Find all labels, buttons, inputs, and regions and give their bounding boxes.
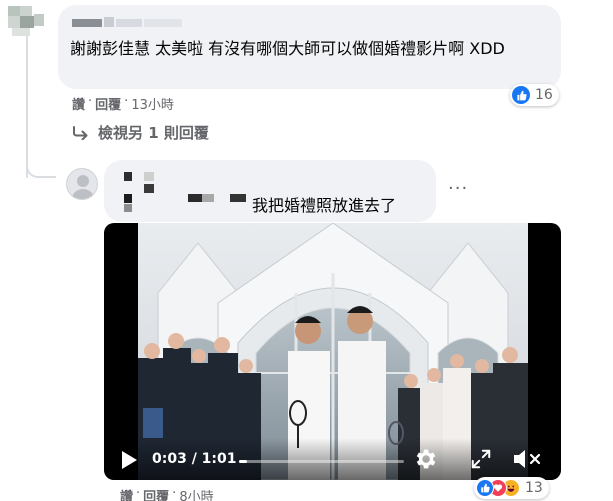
reply-actions: 讚 · 回覆 · 8小時 [120, 486, 214, 501]
play-icon[interactable] [122, 451, 137, 469]
reply-reactions[interactable]: 13 [474, 477, 549, 499]
comment-actions: 讚 · 回覆 · 13小時 [72, 94, 174, 113]
gear-icon[interactable] [412, 446, 438, 472]
comment-bubble: 謝謝彭佳慧 太美啦 有沒有哪個大師可以做個婚禮影片啊 XDD [58, 5, 561, 89]
video-controls: 0:03 / 1:01 [104, 438, 561, 480]
like-button[interactable]: 讚 [120, 486, 133, 501]
more-icon[interactable]: ··· [448, 178, 468, 199]
comment-text: 謝謝彭佳慧 太美啦 有沒有哪個大師可以做個婚禮影片啊 XDD [70, 39, 505, 58]
reply-arrow-icon [73, 125, 88, 140]
reply-text: 我把婚禮照放進去了 [252, 196, 397, 215]
separator: · [136, 486, 141, 501]
volume-muted-icon[interactable] [512, 447, 542, 471]
expand-icon[interactable] [470, 448, 492, 470]
separator: · [124, 94, 129, 109]
video-progress-fill [239, 460, 248, 463]
like-button[interactable]: 讚 [72, 94, 85, 113]
like-icon [512, 86, 530, 104]
video-time: 0:03 / 1:01 [152, 451, 237, 467]
comment-thread: 謝謝彭佳慧 太美啦 有沒有哪個大師可以做個婚禮影片啊 XDD 16 讚 · 回覆… [0, 0, 613, 501]
thread-connector [26, 150, 56, 178]
reaction-count: 13 [525, 480, 543, 496]
separator: · [172, 486, 177, 501]
commenter-avatar[interactable] [2, 2, 46, 38]
reply-avatar[interactable] [66, 168, 98, 200]
reply-button[interactable]: 回覆 [143, 486, 169, 501]
video-progress-bar[interactable] [239, 460, 404, 463]
reply-button[interactable]: 回覆 [95, 94, 121, 113]
comment-reactions[interactable]: 16 [510, 84, 559, 106]
view-more-replies-button[interactable]: 檢視另 1 則回覆 [72, 122, 209, 143]
view-more-label: 檢視另 1 則回覆 [98, 124, 209, 142]
like-icon [476, 479, 494, 497]
reply-bubble: 我把婚禮照放進去了 [104, 160, 436, 222]
video-player[interactable]: 0:03 / 1:01 [104, 223, 561, 480]
comment-timestamp[interactable]: 13小時 [131, 94, 174, 113]
reaction-count: 16 [535, 87, 553, 103]
separator: · [88, 94, 93, 109]
reply-timestamp[interactable]: 8小時 [179, 486, 213, 501]
default-avatar-icon [71, 175, 95, 199]
